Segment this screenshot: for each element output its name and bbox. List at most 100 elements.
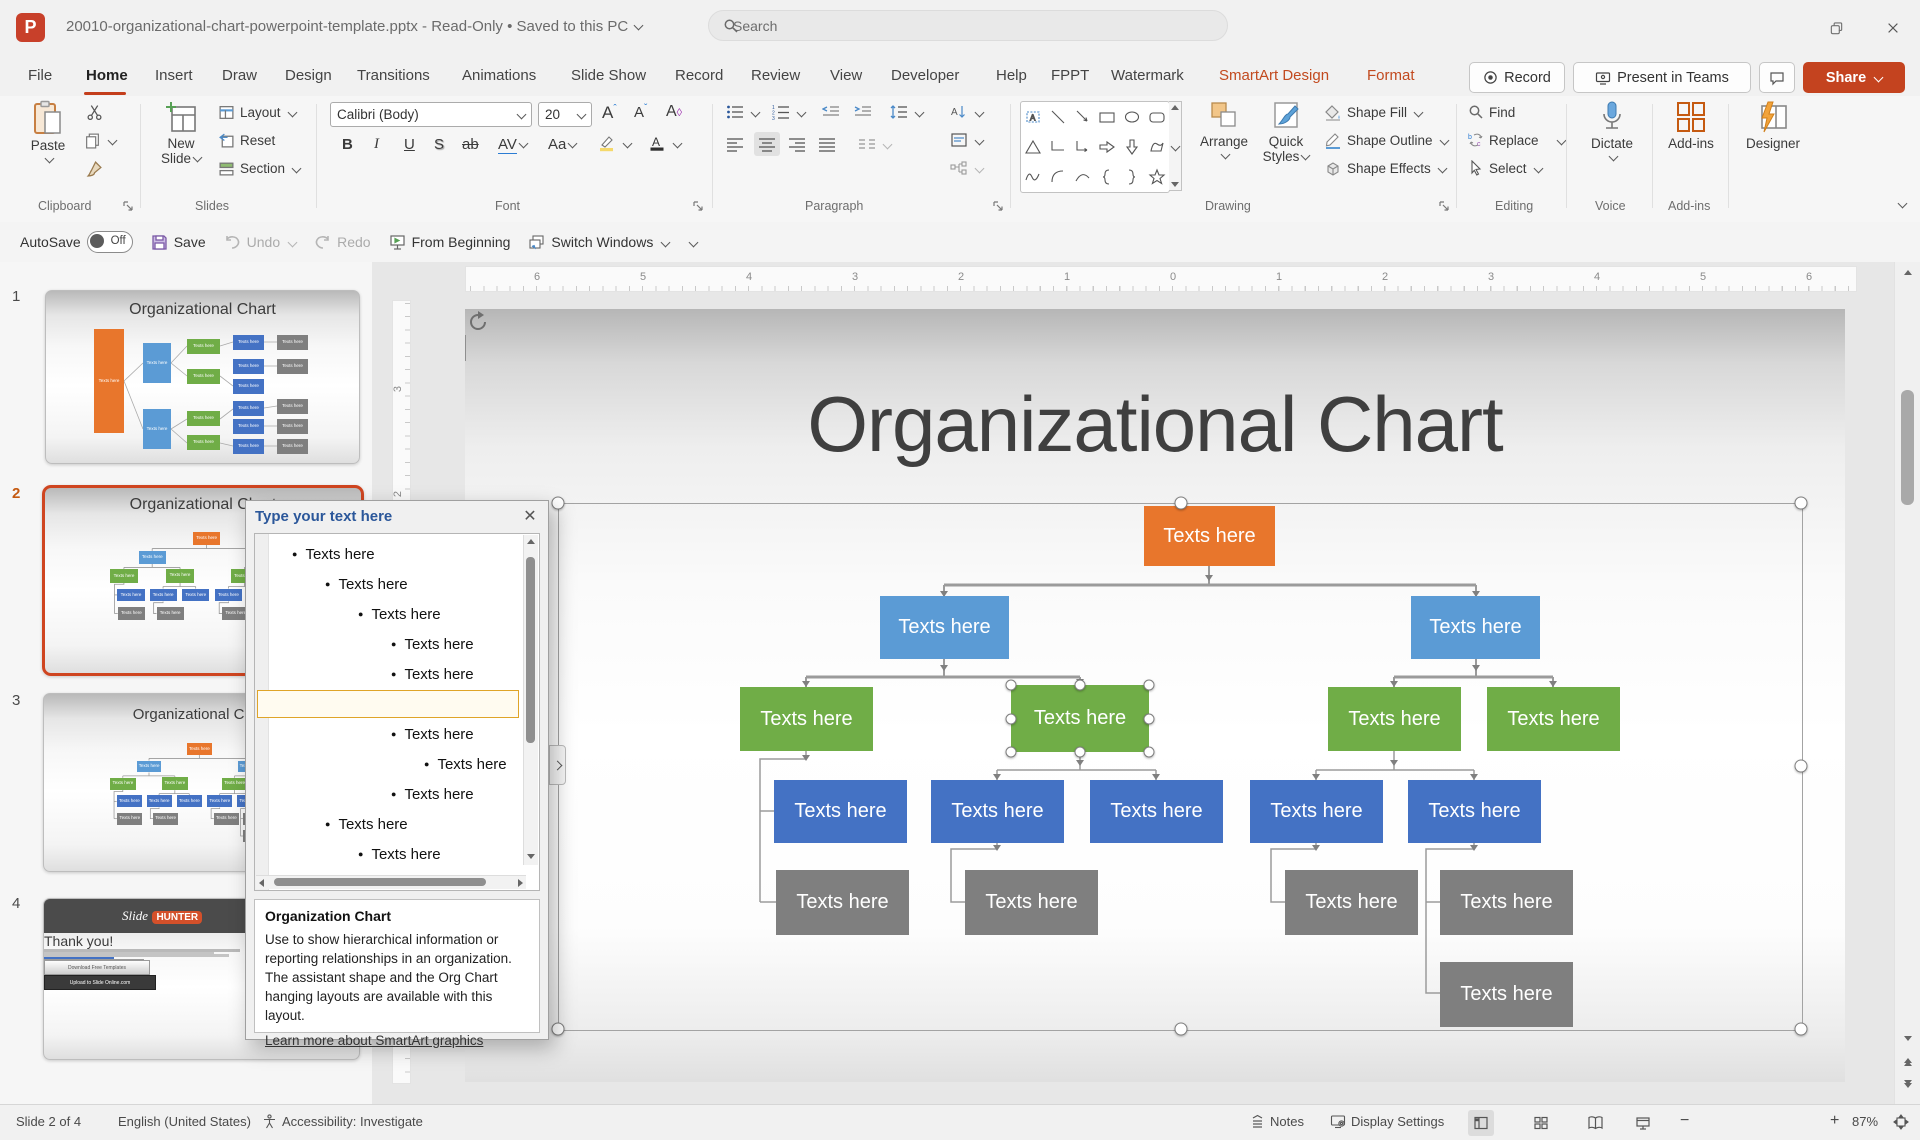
selection-handle[interactable] xyxy=(1795,760,1808,773)
slideshow-view-button[interactable] xyxy=(1630,1110,1656,1136)
character-spacing-button[interactable]: AV xyxy=(498,136,527,153)
qat-overflow-button[interactable] xyxy=(687,239,697,246)
paragraph-dialog-launcher[interactable] xyxy=(992,200,1004,212)
accessibility-status[interactable]: Accessibility: Investigate xyxy=(262,1114,423,1129)
shape-outline-button[interactable]: Shape Outline xyxy=(1324,132,1448,149)
shape-right-brace[interactable] xyxy=(1120,162,1145,192)
section-button[interactable]: Section xyxy=(218,160,300,177)
slide-number-status[interactable]: Slide 2 of 4 xyxy=(16,1114,81,1129)
gallery-more-icon[interactable] xyxy=(1170,141,1180,151)
drawing-dialog-launcher[interactable] xyxy=(1438,200,1450,212)
comments-button[interactable] xyxy=(1759,62,1795,93)
italic-button[interactable]: I xyxy=(374,136,379,153)
tab-review[interactable]: Review xyxy=(751,61,800,91)
shape-handle[interactable] xyxy=(1006,680,1017,691)
text-pane-hscrollbar[interactable] xyxy=(256,875,526,889)
next-slide-button[interactable] xyxy=(1904,1080,1912,1088)
org-node-b1[interactable]: Texts here xyxy=(774,780,907,843)
align-text-button[interactable] xyxy=(950,132,983,148)
shape-left-brace[interactable] xyxy=(1095,162,1120,192)
text-pane-item[interactable]: ●Texts here xyxy=(391,720,474,748)
text-pane-close-button[interactable]: ✕ xyxy=(520,506,540,526)
notes-button[interactable]: Notes xyxy=(1250,1114,1304,1129)
shape-triangle[interactable] xyxy=(1021,132,1046,162)
scroll-up-icon[interactable] xyxy=(527,539,535,544)
shape-curve[interactable] xyxy=(1070,162,1095,192)
reset-button[interactable]: Reset xyxy=(218,132,275,149)
reading-view-button[interactable] xyxy=(1582,1110,1608,1136)
org-node-green4[interactable]: Texts here xyxy=(1487,687,1620,751)
learn-more-link[interactable]: Learn more about SmartArt graphics xyxy=(265,1033,483,1048)
align-right-button[interactable] xyxy=(788,136,806,152)
scroll-up-icon[interactable] xyxy=(1171,105,1179,110)
text-pane-item[interactable]: ●Texts here xyxy=(325,810,408,838)
shape-handle[interactable] xyxy=(1006,747,1017,758)
shape-scribble[interactable] xyxy=(1021,162,1046,192)
tab-help[interactable]: Help xyxy=(996,61,1027,91)
shape-oval[interactable] xyxy=(1120,102,1145,132)
arrange-button[interactable]: Arrange xyxy=(1196,100,1252,158)
convert-to-smartart-button[interactable] xyxy=(950,160,983,176)
search-input[interactable]: Search xyxy=(708,10,1228,41)
tab-developer[interactable]: Developer xyxy=(891,61,959,91)
shape-handle[interactable] xyxy=(1144,680,1155,691)
slide-sorter-view-button[interactable] xyxy=(1528,1110,1554,1136)
font-name-combo[interactable]: Calibri (Body) xyxy=(330,102,532,127)
org-node-g4[interactable]: Texts here xyxy=(1440,870,1573,935)
autosave-switch[interactable]: Off xyxy=(87,231,133,253)
autosave-toggle[interactable]: AutoSave Off xyxy=(20,231,133,253)
tab-view[interactable]: View xyxy=(830,61,862,91)
grow-font-button[interactable]: Aˆ xyxy=(602,103,617,123)
shape-handle[interactable] xyxy=(1144,714,1155,725)
numbering-button[interactable]: 123 xyxy=(772,104,805,120)
font-size-combo[interactable]: 20 xyxy=(538,102,592,127)
text-highlight-button[interactable] xyxy=(598,134,631,152)
display-settings-button[interactable]: Display Settings xyxy=(1330,1114,1444,1129)
share-button[interactable]: Share xyxy=(1803,62,1905,93)
zoom-level[interactable]: 87% xyxy=(1852,1114,1878,1129)
shape-rectangle[interactable] xyxy=(1095,102,1120,132)
smartart-selection-frame[interactable] xyxy=(558,503,1803,1031)
text-direction-button[interactable]: A xyxy=(950,104,983,120)
language-status[interactable]: English (United States) xyxy=(118,1114,251,1129)
shape-down-arrow[interactable] xyxy=(1120,132,1145,162)
select-button[interactable]: Select xyxy=(1468,160,1542,176)
selection-handle[interactable] xyxy=(552,1023,565,1036)
org-node-b2[interactable]: Texts here xyxy=(931,780,1064,843)
switch-windows-button[interactable]: Switch Windows xyxy=(528,234,669,251)
copy-button[interactable] xyxy=(84,132,116,149)
text-shadow-button[interactable]: S xyxy=(434,136,444,153)
designer-button[interactable]: Designer xyxy=(1740,100,1806,151)
underline-button[interactable]: U xyxy=(404,136,415,153)
text-pane-list[interactable]: ●Texts here●Texts here●Texts here●Texts … xyxy=(254,533,540,891)
selection-handle[interactable] xyxy=(1795,1023,1808,1036)
fit-slide-button[interactable] xyxy=(1893,1114,1909,1130)
slide-thumbnail-1[interactable]: Organizational ChartTexts hereTexts here… xyxy=(45,290,360,464)
shape-rounded-rectangle[interactable] xyxy=(1144,102,1169,132)
collapse-ribbon-icon[interactable] xyxy=(1898,199,1908,209)
tab-draw[interactable]: Draw xyxy=(222,61,257,91)
text-pane-item[interactable]: ●Texts here xyxy=(358,840,441,868)
shape-line[interactable] xyxy=(1046,102,1071,132)
text-pane-vscrollbar[interactable] xyxy=(523,535,538,865)
org-node-green2[interactable]: Texts here xyxy=(1011,685,1149,752)
new-slide-button[interactable]: NewSlide xyxy=(152,100,210,166)
text-pane-item[interactable]: ●Texts here xyxy=(292,540,375,568)
increase-indent-button[interactable] xyxy=(854,104,872,120)
vertical-scrollbar[interactable] xyxy=(1894,262,1920,1104)
cut-button[interactable] xyxy=(86,104,103,121)
clipboard-dialog-launcher[interactable] xyxy=(122,200,134,212)
selection-handle[interactable] xyxy=(1175,497,1188,510)
record-button[interactable]: Record xyxy=(1469,62,1565,93)
font-color-button[interactable]: A xyxy=(648,134,681,152)
tab-format[interactable]: Format xyxy=(1367,61,1415,91)
org-node-g1[interactable]: Texts here xyxy=(776,870,909,935)
shape-freeform[interactable] xyxy=(1144,132,1169,162)
org-node-g2[interactable]: Texts here xyxy=(965,870,1098,935)
find-button[interactable]: Find xyxy=(1468,104,1515,120)
org-node-g3[interactable]: Texts here xyxy=(1285,870,1418,935)
align-center-button[interactable] xyxy=(754,132,780,156)
scroll-left-icon[interactable] xyxy=(259,879,264,887)
zoom-in-button[interactable]: + xyxy=(1830,1112,1839,1130)
slide-editing-area[interactable]: Organizational Chart Texts hereTexts her… xyxy=(465,309,1845,1082)
